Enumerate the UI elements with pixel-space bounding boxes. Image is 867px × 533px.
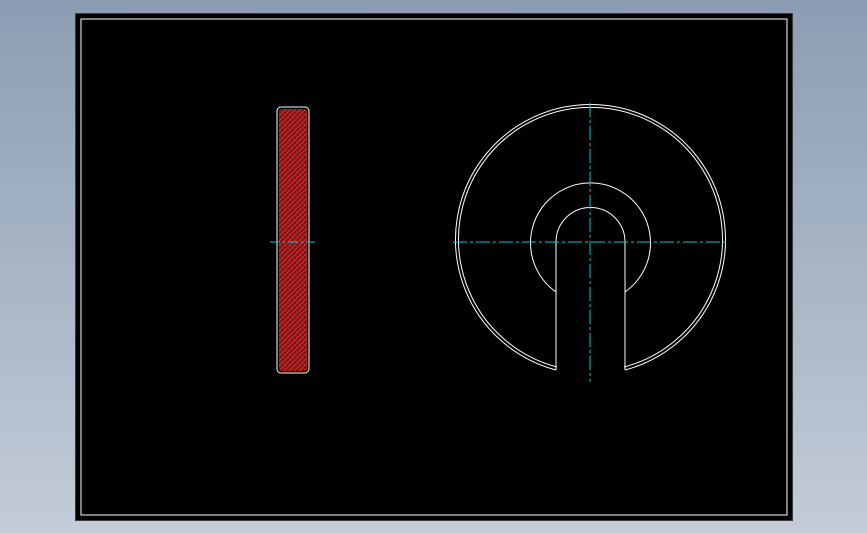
front-view bbox=[453, 103, 729, 382]
section-view bbox=[270, 106, 315, 374]
cad-drawing-canvas bbox=[80, 18, 788, 516]
section-hatch bbox=[279, 109, 307, 371]
sheet-inner-border bbox=[80, 18, 788, 516]
boss-circle bbox=[530, 182, 651, 293]
